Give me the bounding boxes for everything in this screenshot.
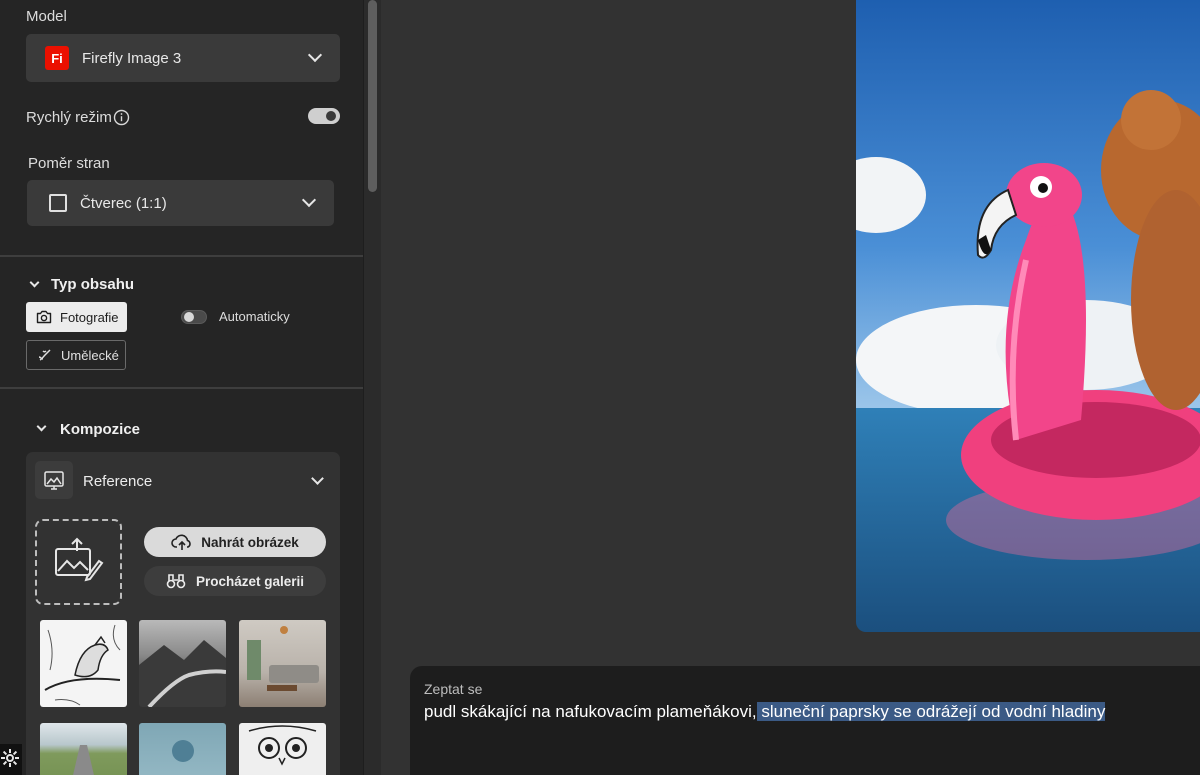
reference-thumbnail-bird-sketch[interactable] bbox=[40, 620, 127, 707]
spheres-image bbox=[172, 740, 194, 762]
aspect-ratio-label: Poměr stran bbox=[28, 155, 110, 172]
collapse-caret-icon[interactable] bbox=[36, 421, 47, 432]
square-icon bbox=[49, 194, 67, 212]
browse-gallery-label: Procházet galerii bbox=[195, 573, 305, 589]
collapse-caret-icon[interactable] bbox=[29, 277, 40, 288]
mountain-river-image bbox=[139, 640, 226, 707]
reference-thumbnail-road[interactable] bbox=[40, 723, 127, 775]
browse-gallery-button[interactable]: Procházet galerii bbox=[144, 566, 326, 596]
toggle-knob bbox=[326, 111, 336, 121]
reference-panel: Reference Nahrát obrázek Procházet galer… bbox=[26, 452, 340, 775]
settings-corner[interactable] bbox=[0, 744, 22, 775]
prompt-text-unselected: pudl skákající na nafukovacím plameňákov… bbox=[424, 702, 757, 721]
prompt-box[interactable]: Zeptat se pudl skákající na nafukovacím … bbox=[410, 666, 1200, 775]
gear-icon bbox=[1, 749, 19, 767]
living-room-image bbox=[247, 626, 319, 691]
auto-label: Automaticky bbox=[219, 309, 290, 324]
prompt-label: Zeptat se bbox=[424, 681, 483, 697]
fast-mode-toggle[interactable] bbox=[308, 108, 340, 124]
reference-thumbnail-spheres[interactable] bbox=[139, 723, 226, 775]
reference-label: Reference bbox=[83, 473, 153, 490]
image-upload-icon bbox=[55, 537, 104, 582]
content-type-art-label: Umělecké bbox=[61, 347, 119, 363]
reference-icon-box bbox=[35, 461, 73, 499]
road-image bbox=[73, 745, 94, 775]
camera-icon bbox=[36, 310, 52, 324]
model-select[interactable]: Fi Firefly Image 3 bbox=[26, 34, 340, 82]
prompt-text-selected: sluneční paprsky se odrážejí od vodní hl… bbox=[756, 702, 1106, 721]
content-type-title: Typ obsahu bbox=[51, 276, 135, 293]
toggle-knob bbox=[184, 312, 194, 322]
reference-thumbnail-mountain-river[interactable] bbox=[139, 620, 226, 707]
model-label: Model bbox=[26, 8, 67, 25]
reference-image-icon bbox=[44, 471, 64, 490]
auto-toggle[interactable] bbox=[181, 310, 207, 324]
content-type-photo-button[interactable]: Fotografie bbox=[26, 302, 127, 332]
reference-thumbnail-owl-sketch[interactable] bbox=[239, 723, 326, 775]
divider bbox=[0, 387, 363, 389]
fast-mode-label: Rychlý režim bbox=[26, 109, 112, 126]
aspect-ratio-value: Čtverec (1:1) bbox=[80, 194, 167, 212]
sidebar-scrollbar-thumb[interactable] bbox=[368, 0, 377, 192]
content-type-photo-label: Fotografie bbox=[60, 309, 119, 325]
binoculars-icon bbox=[166, 574, 186, 589]
upload-image-button[interactable]: Nahrát obrázek bbox=[144, 527, 326, 557]
aspect-ratio-select[interactable]: Čtverec (1:1) bbox=[27, 180, 334, 226]
generated-image[interactable] bbox=[856, 0, 1200, 632]
cloud-upload-icon bbox=[171, 534, 191, 550]
info-icon[interactable] bbox=[113, 109, 130, 126]
divider bbox=[0, 255, 363, 257]
reference-thumbnail-living-room[interactable] bbox=[239, 620, 326, 707]
owl-sketch-image bbox=[248, 725, 317, 766]
prompt-input[interactable]: pudl skákající na nafukovacím plameňákov… bbox=[424, 702, 1106, 722]
poodle-flamingo-image bbox=[856, 0, 1200, 632]
bird-sketch-image bbox=[44, 624, 121, 706]
chevron-down-icon bbox=[307, 47, 323, 63]
settings-sidebar: Model Fi Firefly Image 3 Rychlý režim Po… bbox=[0, 0, 363, 775]
chevron-down-icon[interactable] bbox=[311, 472, 324, 485]
brush-icon bbox=[38, 349, 51, 361]
firefly-logo-icon: Fi bbox=[45, 46, 69, 70]
reference-dropzone[interactable] bbox=[35, 519, 122, 605]
composition-title: Kompozice bbox=[60, 421, 141, 438]
upload-image-label: Nahrát obrázek bbox=[201, 534, 299, 550]
model-select-value: Firefly Image 3 bbox=[82, 49, 182, 67]
content-type-art-button[interactable]: Umělecké bbox=[26, 340, 126, 370]
chevron-down-icon bbox=[301, 192, 317, 208]
app-window: Model Fi Firefly Image 3 Rychlý režim Po… bbox=[0, 0, 1200, 775]
